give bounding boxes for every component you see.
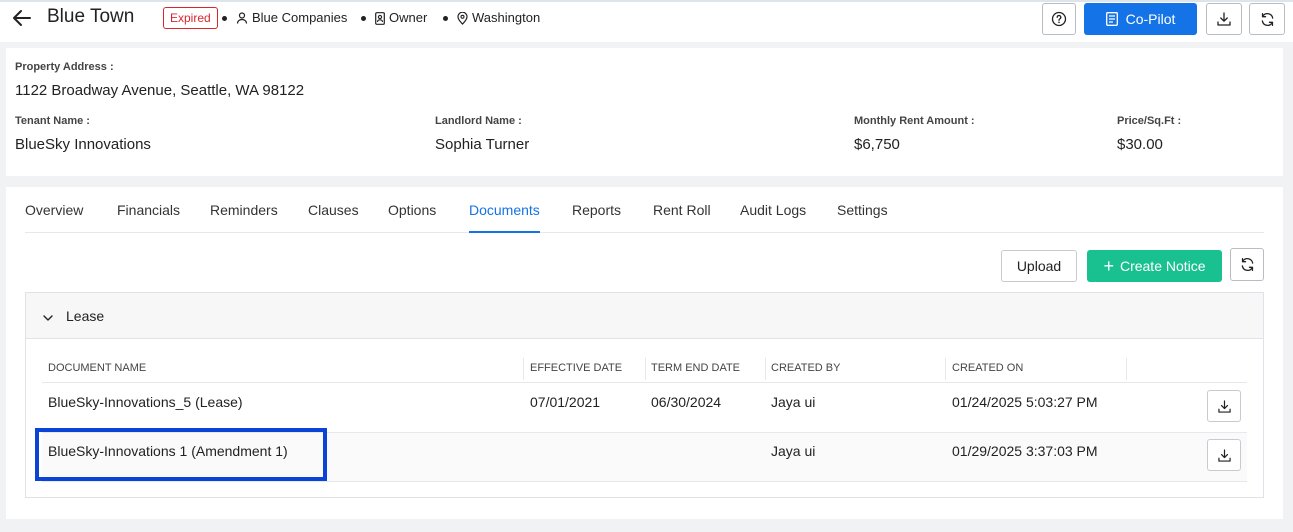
column-divider [1126,358,1127,380]
plus-icon: + [1103,256,1114,276]
created-on-cell: 01/24/2025 5:03:27 PM [952,394,1098,410]
table-row[interactable]: BlueSky-Innovations_5 (Lease) 07/01/2021… [42,384,1247,433]
copilot-button[interactable]: Co-Pilot [1084,3,1197,35]
back-arrow-icon[interactable] [10,6,34,30]
col-created-on: CREATED ON [952,362,1024,374]
bullet-dot [361,15,366,21]
column-divider [765,358,766,380]
col-effective-date: EFFECTIVE DATE [530,362,623,374]
tab-options[interactable]: Options [388,202,436,233]
download-button[interactable] [1206,3,1242,35]
tab-documents[interactable]: Documents [469,202,540,233]
tab-settings[interactable]: Settings [837,202,888,233]
download-icon [1217,399,1231,413]
create-notice-label: Create Notice [1119,258,1206,274]
price-value: $30.00 [1117,136,1163,153]
lease-section-header[interactable]: Lease [26,293,1263,339]
tab-rent-roll[interactable]: Rent Roll [653,202,711,233]
bullet-dot [222,15,227,21]
landlord-value: Sophia Turner [435,136,530,153]
role-name: Owner [389,10,428,25]
document-name-cell[interactable]: BlueSky-Innovations 1 (Amendment 1) [48,443,288,459]
col-created-by: CREATED BY [771,362,841,374]
address-label: Property Address : [15,61,114,73]
column-divider [523,358,524,380]
created-by-cell: Jaya ui [771,394,816,410]
tenant-label: Tenant Name : [15,115,90,127]
refresh-documents-button[interactable] [1230,248,1264,281]
row-download-button[interactable] [1207,390,1241,422]
create-notice-button[interactable]: + Create Notice [1087,250,1222,282]
tab-audit-logs[interactable]: Audit Logs [740,202,806,233]
address-value: 1122 Broadway Avenue, Seattle, WA 98122 [15,82,305,99]
created-on-cell: 01/29/2025 3:37:03 PM [952,443,1098,459]
price-label: Price/Sq.Ft : [1117,115,1182,127]
col-term-end-date: TERM END DATE [651,362,741,374]
upload-button[interactable]: Upload [1001,250,1077,282]
lease-section-title: Lease [66,308,105,324]
chevron-down-icon [42,310,54,328]
tenant-value: BlueSky Innovations [15,136,151,153]
refresh-button[interactable] [1249,3,1285,35]
status-badge: Expired [163,7,218,29]
landlord-label: Landlord Name : [435,115,522,127]
column-divider [645,358,646,380]
tab-bar: Overview Financials Reminders Clauses Op… [25,187,1264,233]
copilot-label: Co-Pilot [1125,11,1176,27]
table-header: DOCUMENT NAME EFFECTIVE DATE TERM END DA… [42,355,1247,383]
tab-overview[interactable]: Overview [25,202,83,233]
company-name: Blue Companies [252,10,348,25]
help-button[interactable] [1042,3,1076,35]
rent-value: $6,750 [854,136,900,153]
page-header: Blue Town Expired Blue Companies Owner W… [0,2,1293,42]
company-meta: Blue Companies [222,8,347,28]
role-meta: Owner [361,8,427,28]
tab-reminders[interactable]: Reminders [210,202,278,233]
column-divider [945,358,946,380]
id-badge-icon [375,11,385,25]
effective-date-cell: 07/01/2021 [530,394,601,410]
download-icon [1217,448,1231,462]
download-icon [1217,12,1231,26]
tab-financials[interactable]: Financials [117,202,180,233]
created-by-cell: Jaya ui [771,443,816,459]
documents-card: Overview Financials Reminders Clauses Op… [6,187,1283,519]
location-name: Washington [472,10,541,25]
location-meta: Washington [443,8,540,28]
table-row[interactable]: BlueSky-Innovations 1 (Amendment 1) Jaya… [42,433,1247,482]
document-name-cell[interactable]: BlueSky-Innovations_5 (Lease) [48,394,243,410]
page-title: Blue Town [47,6,135,27]
user-icon [236,12,248,24]
refresh-icon [1261,12,1273,26]
row-download-button[interactable] [1207,439,1241,471]
bullet-dot [443,15,448,21]
tab-reports[interactable]: Reports [572,202,621,233]
refresh-icon [1241,257,1253,272]
location-pin-icon [457,11,468,25]
col-document-name: DOCUMENT NAME [48,362,147,374]
term-end-date-cell: 06/30/2024 [651,394,722,410]
document-icon [1105,12,1118,26]
lease-section: Lease DOCUMENT NAME EFFECTIVE DATE TERM … [25,292,1264,498]
tab-clauses[interactable]: Clauses [308,202,359,233]
property-info-card: Property Address : 1122 Broadway Avenue,… [6,48,1283,176]
question-circle-icon [1051,11,1067,27]
rent-label: Monthly Rent Amount : [854,115,975,127]
